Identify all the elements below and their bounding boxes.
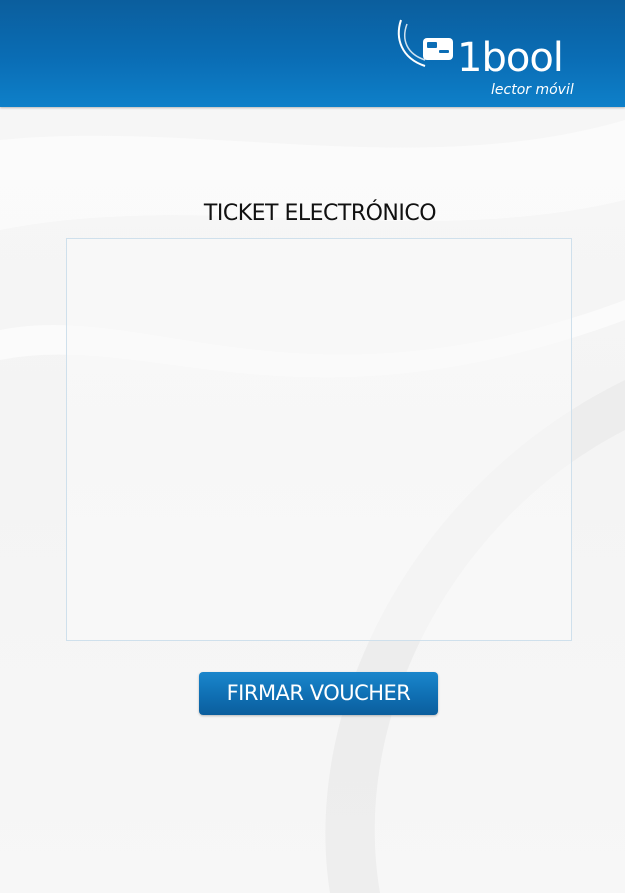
brand-tagline: lector móvil [491, 82, 574, 98]
card-reader-icon [397, 19, 453, 67]
page-title: TICKET ELECTRÓNICO [203, 201, 437, 226]
app-header: 1bool lector móvil [0, 0, 625, 107]
ticket-preview [66, 238, 572, 641]
brand-wordmark: 1bool [457, 35, 564, 81]
sign-voucher-button[interactable]: FIRMAR VOUCHER [199, 672, 438, 715]
app-screen: 1bool lector móvil TICKET ELECTRÓNICO FI… [0, 0, 625, 893]
brand-logo: 1bool lector móvil [395, 16, 580, 102]
